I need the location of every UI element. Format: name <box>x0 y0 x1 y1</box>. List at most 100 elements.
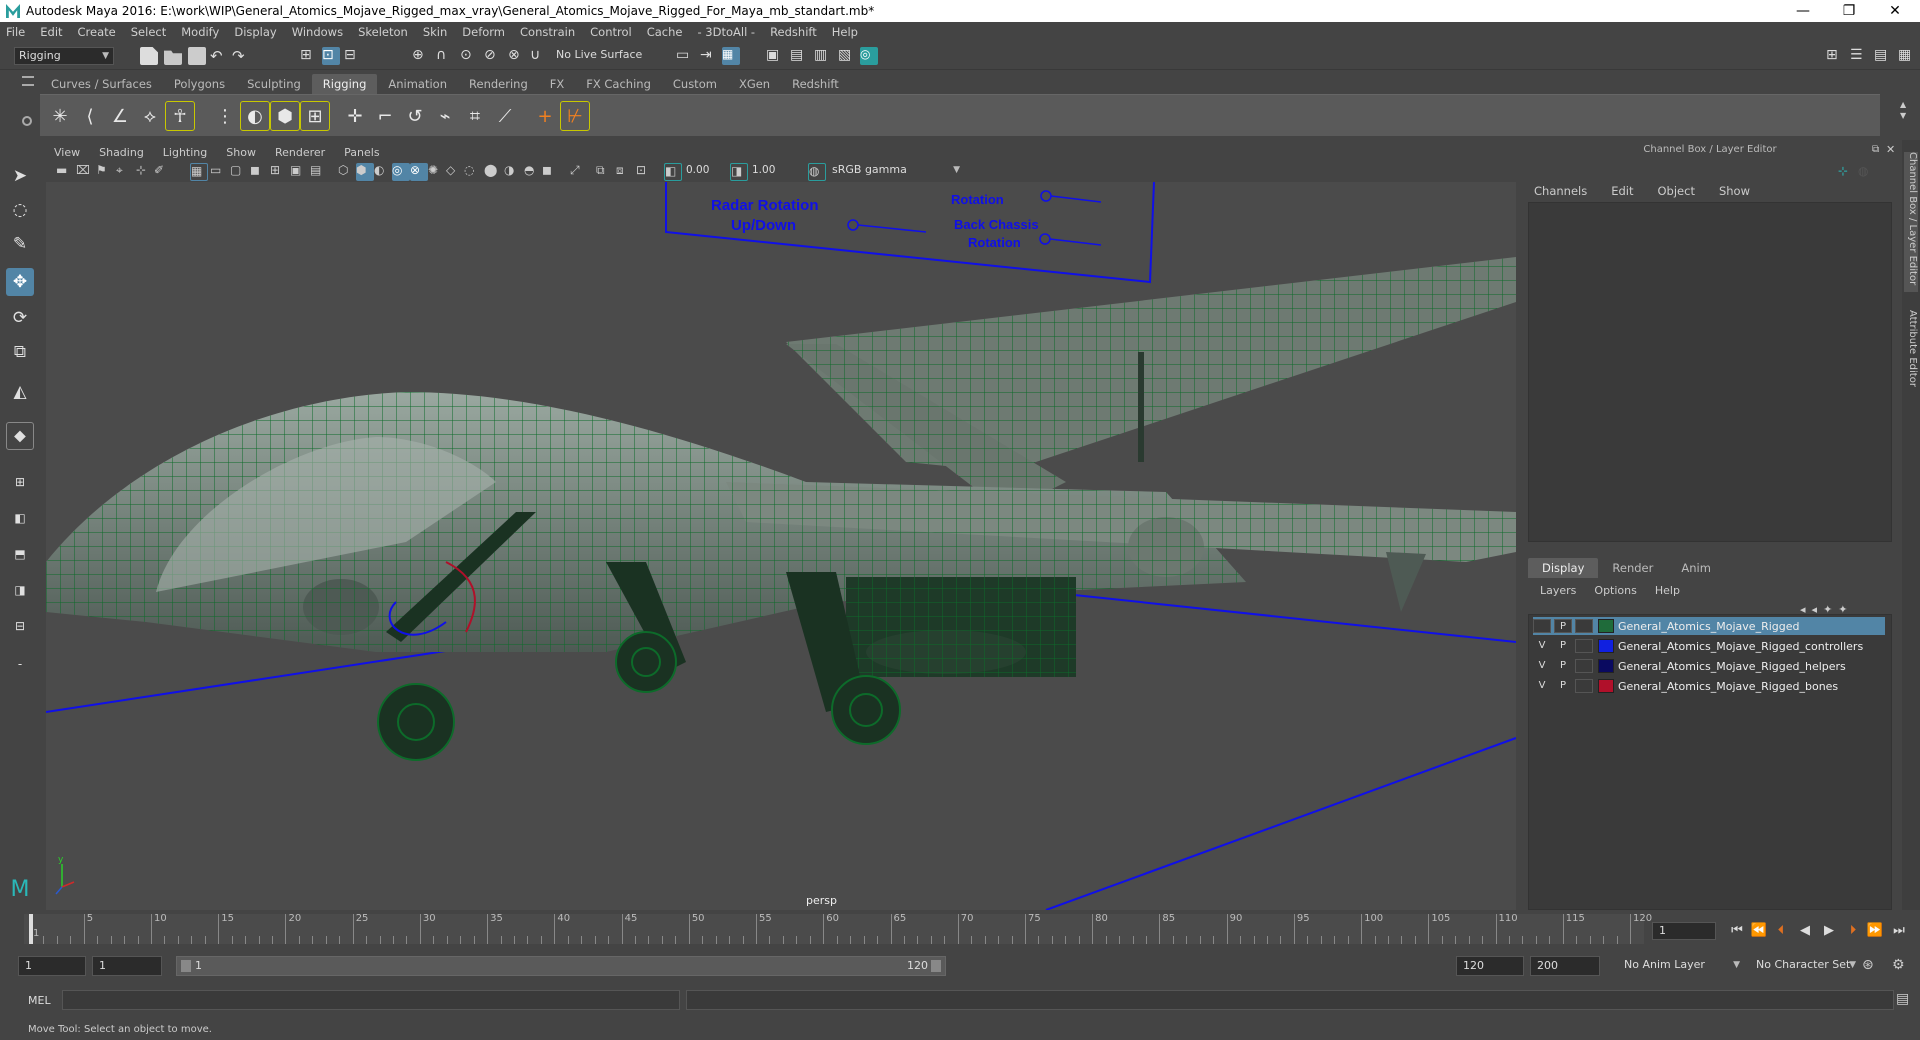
layer-row[interactable]: V P General_Atomics_Mojave_Rigged_bones <box>1533 677 1885 695</box>
grease-pencil-icon[interactable]: ✐ <box>154 163 172 181</box>
command-input[interactable] <box>62 990 680 1010</box>
step-back-key-icon[interactable]: ⏪ <box>1750 922 1768 940</box>
layer-color-swatch[interactable] <box>1598 659 1614 673</box>
channel-box-toggle-icon[interactable]: ▦ <box>1898 47 1916 65</box>
playback-end-field[interactable]: 120 <box>1456 956 1524 976</box>
lattice-icon[interactable]: ⌐ <box>370 101 400 131</box>
panel-menu-shading[interactable]: Shading <box>99 146 144 159</box>
render-current-icon[interactable]: ▤ <box>790 47 808 65</box>
default-material-icon[interactable]: ◐ <box>374 163 392 181</box>
menu-create[interactable]: Create <box>78 25 116 39</box>
close-button[interactable]: ✕ <box>1872 0 1918 22</box>
hypershade-icon[interactable]: ◎ <box>860 47 878 65</box>
exposure-icon[interactable]: ◧ <box>664 163 682 181</box>
snap-magnet-icon[interactable]: ∪ <box>530 47 548 65</box>
snap-point-icon[interactable]: ⊙ <box>460 47 478 65</box>
move-tool-icon[interactable]: ✥ <box>6 268 34 296</box>
use-all-lights-icon[interactable]: ✺ <box>428 163 446 181</box>
make-live-icon[interactable]: ⊗ <box>508 47 526 65</box>
animation-preferences-icon[interactable]: ⚙ <box>1892 957 1910 975</box>
menu-help[interactable]: Help <box>832 25 858 39</box>
layer-playback-toggle[interactable]: P <box>1554 679 1572 693</box>
panel-menu-show[interactable]: Show <box>226 146 256 159</box>
camera-select-icon[interactable]: ▬ <box>56 163 74 181</box>
bind-skin-icon[interactable]: ⋮ <box>210 101 240 131</box>
side-tab-channel-box[interactable]: Channel Box / Layer Editor <box>1904 152 1918 292</box>
snap-grid-icon[interactable]: ⊕ <box>412 47 430 65</box>
layer-menu-layers[interactable]: Layers <box>1540 584 1576 597</box>
layer-row[interactable]: P General_Atomics_Mojave_Rigged <box>1533 617 1885 635</box>
snap-view-plane-icon[interactable]: ⊘ <box>484 47 502 65</box>
four-view-layout-icon[interactable]: ⊞ <box>6 468 34 496</box>
color-space-dropdown[interactable]: sRGB gamma ▼ <box>828 162 964 180</box>
select-object-icon[interactable]: ⊡ <box>322 47 340 65</box>
manipulator-icon[interactable]: ⊹ <box>1838 164 1848 178</box>
input-output-icon[interactable]: ▭ <box>676 47 694 65</box>
current-frame-field[interactable]: 1 <box>1652 922 1716 940</box>
tool-settings-toggle-icon[interactable]: ▤ <box>1874 47 1892 65</box>
shelf-menu-icon[interactable] <box>22 76 34 86</box>
gate-mask-icon[interactable]: ◼ <box>250 163 268 181</box>
animation-start-field[interactable]: 1 <box>18 956 86 976</box>
layer-tab-display[interactable]: Display <box>1528 558 1599 578</box>
xray-icon[interactable]: ⤢ <box>570 163 588 181</box>
sculpt-deformer-icon[interactable]: ⟋ <box>490 101 520 131</box>
menu-windows[interactable]: Windows <box>292 25 343 39</box>
safe-title-icon[interactable]: ▤ <box>310 163 328 181</box>
shelf-tab-fx-caching[interactable]: FX Caching <box>575 74 662 94</box>
constraint-icon[interactable]: ⊬ <box>560 101 590 131</box>
isolate-select-icon[interactable]: ◼ <box>542 163 560 181</box>
open-scene-icon[interactable] <box>164 50 182 65</box>
current-time-indicator[interactable] <box>29 914 33 944</box>
wrap-icon[interactable]: ↺ <box>400 101 430 131</box>
paint-weights-icon[interactable]: ⊞ <box>300 101 330 131</box>
menu-cache[interactable]: Cache <box>647 25 683 39</box>
layer-menu-help[interactable]: Help <box>1655 584 1680 597</box>
layer-row[interactable]: V P General_Atomics_Mojave_Rigged_helper… <box>1533 657 1885 675</box>
save-scene-icon[interactable] <box>188 47 206 65</box>
live-surface-field[interactable]: No Live Surface <box>552 47 648 65</box>
chassis-rotation-controller[interactable] <box>1040 190 1052 202</box>
layer-visibility-toggle[interactable] <box>1533 619 1551 633</box>
bookmark-icon[interactable]: ⚑ <box>96 163 114 181</box>
attribute-editor-toggle-icon[interactable]: ☰ <box>1850 47 1868 65</box>
minimize-button[interactable]: — <box>1780 0 1826 22</box>
rotate-tool-icon[interactable]: ⟳ <box>6 304 34 332</box>
playback-start-field[interactable]: 1 <box>92 956 162 976</box>
last-tool-icon[interactable]: ◭ <box>6 378 34 406</box>
menu-redshift[interactable]: Redshift <box>770 25 817 39</box>
time-slider-track[interactable]: 1 5 10 15 20 25 30 35 40 45 50 55 60 65 70 75 80 85 90 95 10… <box>24 913 1652 944</box>
layer-name[interactable]: General_Atomics_Mojave_Rigged_controller… <box>1618 640 1863 653</box>
insert-joint-icon[interactable]: ⟡ <box>135 101 165 131</box>
menu-control[interactable]: Control <box>590 25 632 39</box>
shelf-tab-xgen[interactable]: XGen <box>728 74 781 94</box>
character-set-dropdown[interactable]: No Character Set ▼ <box>1752 957 1860 975</box>
joint-tool-icon[interactable]: ✳ <box>45 101 75 131</box>
smooth-shade-icon[interactable]: ⬢ <box>356 163 374 181</box>
layer-visibility-toggle[interactable]: V <box>1533 659 1551 673</box>
layer-playback-toggle[interactable]: P <box>1554 619 1572 633</box>
cb-menu-edit[interactable]: Edit <box>1611 184 1633 198</box>
side-tab-attribute-editor[interactable]: Attribute Editor <box>1904 310 1918 400</box>
shadows-icon[interactable]: ◇ <box>446 163 464 181</box>
wireframe-icon[interactable]: ⬡ <box>338 163 356 181</box>
lasso-tool-icon[interactable]: ◌ <box>6 196 34 224</box>
channel-list[interactable] <box>1528 202 1892 542</box>
select-component-icon[interactable]: ⊟ <box>344 47 362 65</box>
humanik-icon[interactable]: ☥ <box>165 101 195 131</box>
play-forwards-icon[interactable]: ▶ <box>1820 922 1838 940</box>
outliner-layout-icon[interactable]: ⊟ <box>6 612 34 640</box>
custom-layout-icon[interactable]: - <box>6 650 34 678</box>
menuset-dropdown[interactable]: Rigging ▼ <box>14 47 114 65</box>
shelf-tab-fx[interactable]: FX <box>539 74 576 94</box>
layer-tab-render[interactable]: Render <box>1598 558 1667 578</box>
paint-select-tool-icon[interactable]: ✎ <box>6 230 34 258</box>
shelf-tab-polygons[interactable]: Polygons <box>163 74 236 94</box>
layer-menu-options[interactable]: Options <box>1594 584 1636 597</box>
blendshape-icon[interactable]: ⌁ <box>430 101 460 131</box>
nonlinear-icon[interactable]: ⌗ <box>460 101 490 131</box>
script-editor-icon[interactable]: ▤ <box>1896 991 1914 1009</box>
layer-row[interactable]: V P General_Atomics_Mojave_Rigged_contro… <box>1533 637 1885 655</box>
menu-modify[interactable]: Modify <box>181 25 219 39</box>
maximize-button[interactable]: ❐ <box>1826 0 1872 22</box>
